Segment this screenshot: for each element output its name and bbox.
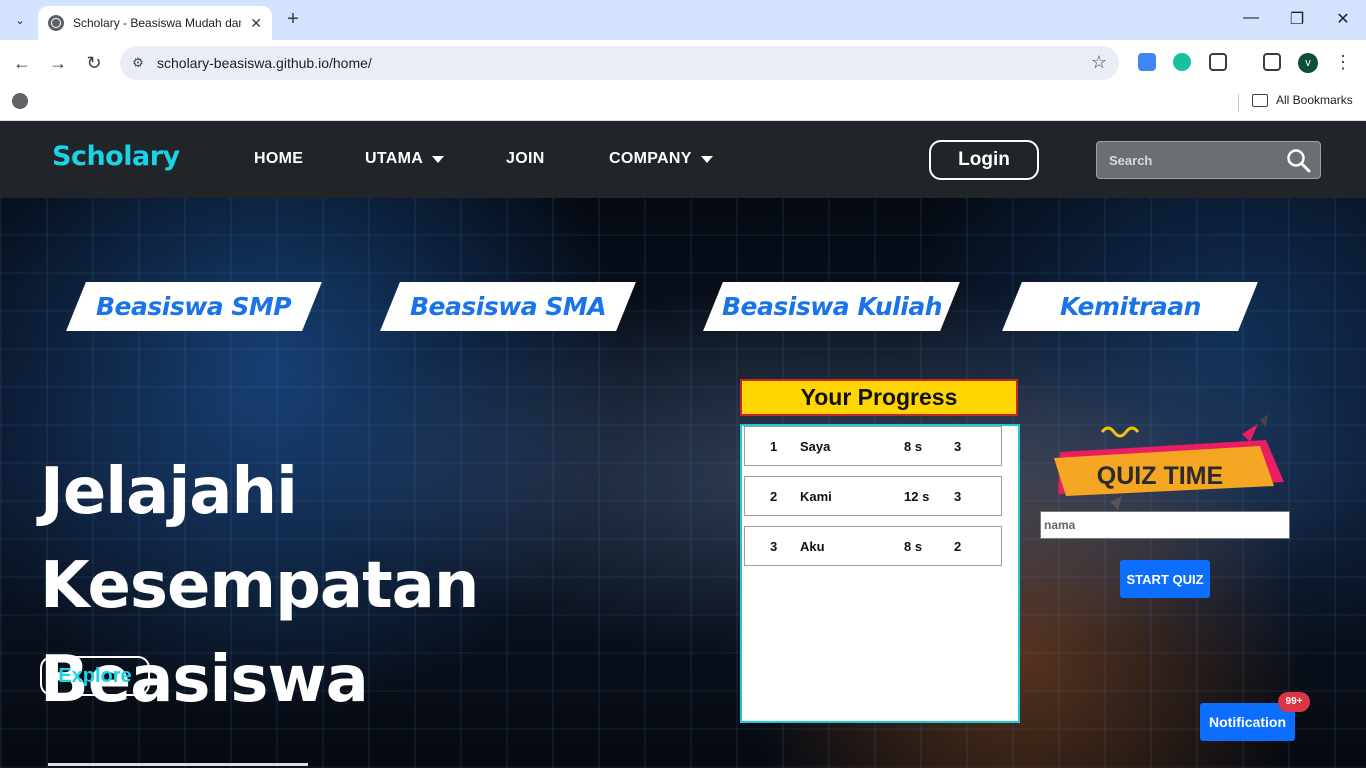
restore-button[interactable]: ❐	[1287, 9, 1307, 29]
progress-row-score: 3	[954, 489, 962, 504]
quiz-badge-text: QUIZ TIME	[1097, 462, 1223, 490]
tab-close-icon[interactable]: ✕	[250, 15, 262, 32]
side-panel-icon[interactable]	[1263, 53, 1281, 71]
new-tab-button[interactable]: +	[282, 8, 304, 30]
tab-title: Scholary - Beasiswa Mudah dan	[73, 16, 241, 30]
caret-down-icon	[700, 155, 713, 163]
notification-badge: 99+	[1278, 692, 1310, 712]
grammarly-icon[interactable]	[1173, 53, 1191, 71]
category-sma-label: Beasiswa SMA	[409, 292, 607, 321]
site-settings-icon[interactable]: ⚙	[130, 55, 146, 71]
tab-search-icon[interactable]: ⌄	[7, 8, 33, 32]
progress-row-time: 12 s	[904, 489, 930, 504]
nav-company-label: COMPANY	[609, 150, 692, 167]
close-window-button[interactable]: ✕	[1333, 9, 1353, 29]
progress-row-name: Kami	[800, 489, 832, 504]
quiz-time-badge: QUIZ TIME	[1054, 414, 1284, 510]
puzzle-icon[interactable]	[1209, 53, 1227, 71]
minimize-button[interactable]: —	[1241, 9, 1261, 27]
progress-row-name: Aku	[800, 539, 825, 554]
nav-utama-label: UTAMA	[365, 150, 424, 167]
search-box	[1096, 141, 1321, 179]
reload-button[interactable]: ↻	[82, 51, 106, 75]
progress-row: 1 Saya 8 s 3	[744, 426, 1002, 466]
page-viewport: Scholary HOME UTAMA JOIN COMPANY Login B…	[0, 121, 1366, 768]
profile-avatar[interactable]: v	[1298, 53, 1318, 73]
brand-logo[interactable]: Scholary	[52, 141, 180, 172]
caret-down-icon	[432, 155, 445, 163]
site-navbar: Scholary HOME UTAMA JOIN COMPANY Login	[0, 121, 1366, 198]
search-input[interactable]	[1097, 142, 1277, 178]
progress-title: Your Progress	[740, 379, 1018, 416]
hero-title-line1: Jelajahi Kesempatan	[40, 455, 479, 623]
category-kemitraan-label: Kemitraan	[1059, 292, 1201, 321]
category-smp-label: Beasiswa SMP	[96, 292, 292, 321]
globe-icon	[48, 15, 64, 31]
nav-home-label: HOME	[254, 150, 304, 167]
start-quiz-button[interactable]: START QUIZ	[1120, 560, 1210, 598]
progress-row-score: 2	[954, 539, 962, 554]
nav-join[interactable]: JOIN	[506, 150, 545, 168]
extension-icon[interactable]	[1138, 53, 1156, 71]
browser-menu-icon[interactable]: ⋮	[1334, 52, 1352, 73]
url-text[interactable]: scholary-beasiswa.github.io/home/	[157, 55, 372, 71]
progress-row-no: 3	[770, 539, 778, 554]
hero-section: Beasiswa SMP Beasiswa SMA Beasiswa Kulia…	[0, 198, 1366, 768]
all-bookmarks-link[interactable]: All Bookmarks	[1276, 93, 1353, 107]
nav-home[interactable]: HOME	[254, 150, 303, 168]
browser-tab-active[interactable]: Scholary - Beasiswa Mudah dan ✕	[38, 6, 272, 40]
progress-row-no: 2	[770, 489, 778, 504]
folder-icon	[1252, 94, 1268, 107]
progress-row-time: 8 s	[904, 539, 923, 554]
category-kuliah[interactable]: Beasiswa Kuliah	[703, 282, 960, 331]
progress-row-no: 1	[770, 439, 778, 454]
category-kuliah-label: Beasiswa Kuliah	[721, 292, 942, 321]
quiz-name-input[interactable]	[1040, 511, 1290, 539]
nav-utama[interactable]: UTAMA	[365, 150, 445, 168]
address-bar[interactable]: ⚙ scholary-beasiswa.github.io/home/ ☆	[120, 46, 1119, 80]
progress-row-time: 8 s	[904, 439, 923, 454]
browser-tab-bar: ⌄ Scholary - Beasiswa Mudah dan ✕ + — ❐ …	[0, 0, 1366, 40]
browser-toolbar: ← → ↻ ⚙ scholary-beasiswa.github.io/home…	[0, 40, 1366, 86]
back-button[interactable]: ←	[10, 51, 34, 75]
search-icon[interactable]	[1286, 148, 1312, 174]
nav-join-label: JOIN	[506, 150, 545, 167]
bookmarks-bar: All Bookmarks	[0, 86, 1366, 121]
login-button[interactable]: Login	[929, 140, 1039, 180]
category-sma[interactable]: Beasiswa SMA	[380, 282, 636, 331]
progress-row-score: 3	[954, 439, 962, 454]
progress-row: 3 Aku 8 s 2	[744, 526, 1002, 566]
category-smp[interactable]: Beasiswa SMP	[66, 282, 322, 331]
bookmark-star-icon[interactable]: ☆	[1091, 52, 1107, 73]
explore-button[interactable]: Explore	[40, 656, 150, 696]
divider	[48, 763, 308, 766]
nav-company[interactable]: COMPANY	[609, 150, 713, 168]
forward-button[interactable]: →	[46, 51, 70, 75]
globe-icon[interactable]	[12, 93, 28, 109]
divider	[1238, 94, 1239, 112]
category-kemitraan[interactable]: Kemitraan	[1002, 282, 1258, 331]
progress-panel: 1 Saya 8 s 3 2 Kami 12 s 3 3 Aku 8 s 2	[740, 424, 1020, 723]
progress-row-name: Saya	[800, 439, 831, 454]
progress-row: 2 Kami 12 s 3	[744, 476, 1002, 516]
